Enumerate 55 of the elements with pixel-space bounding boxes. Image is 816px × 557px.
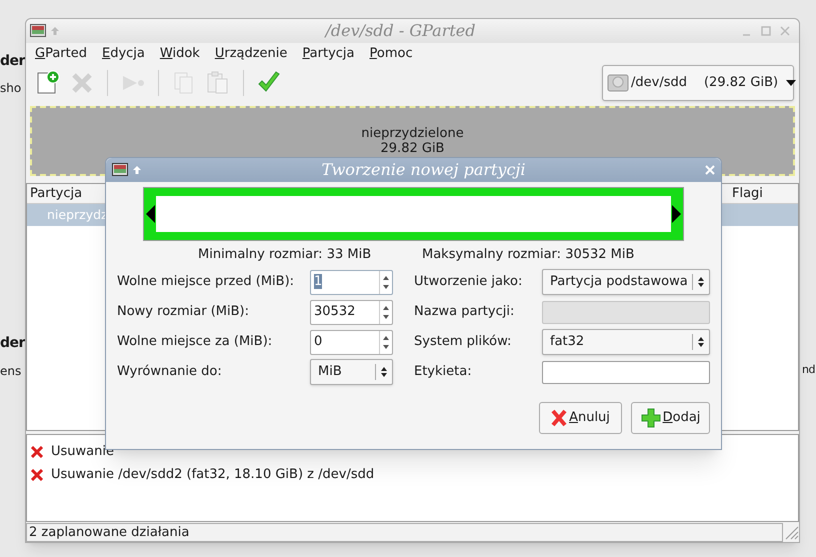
background-text: der xyxy=(0,52,25,71)
window-title: /dev/sdd - GParted xyxy=(323,20,476,42)
dropdown[interactable]: MiB xyxy=(310,359,393,385)
field-label: Nazwa partycji: xyxy=(414,303,516,322)
dropdown[interactable]: Partycja podstawowa xyxy=(542,269,710,295)
operation-text: Usuwanie xyxy=(51,442,114,461)
delete-icon xyxy=(31,468,43,480)
menu-item[interactable]: Edycja xyxy=(102,44,145,64)
field-label: Wolne miejsce za (MiB): xyxy=(117,333,274,352)
caret-icon xyxy=(786,80,796,86)
spin-field[interactable]: 30532 xyxy=(310,300,393,324)
delete-icon xyxy=(31,446,43,458)
status-bar: 2 zaplanowane działania xyxy=(26,522,783,542)
spin-arrows-icon[interactable] xyxy=(379,300,392,324)
field-label: Wolne miejsce przed (MiB): xyxy=(117,273,296,292)
background-text: sho xyxy=(0,80,22,97)
app-icon xyxy=(30,24,46,38)
hard-drive-icon xyxy=(607,72,629,94)
text-field[interactable] xyxy=(542,360,710,384)
minimum-size-text: Minimalny rozmiar: 33 MiB xyxy=(198,246,372,264)
app-icon xyxy=(112,163,128,177)
background-text: ens xyxy=(0,363,22,380)
menu-item[interactable]: GParted xyxy=(35,44,87,64)
column-header[interactable]: Partycja xyxy=(27,184,82,204)
operation-text: Usuwanie /dev/sdd2 (fat32, 18.10 GiB) z /dev/sdd xyxy=(51,466,374,484)
spin-field[interactable]: 1 xyxy=(310,270,393,294)
spin-arrows-icon[interactable] xyxy=(379,330,392,354)
background-text: der xyxy=(0,334,25,353)
menu-item[interactable]: Urządzenie xyxy=(214,44,288,64)
cancel-button[interactable]: Anuluj xyxy=(539,402,622,434)
up-arrow-icon[interactable] xyxy=(50,26,60,36)
device-dropdown[interactable]: /dev/sdd (29.82 GiB) xyxy=(602,64,794,100)
window-controls-icon[interactable] xyxy=(741,25,791,37)
spin-arrows-icon[interactable] xyxy=(379,270,392,294)
menu-item[interactable]: Widok xyxy=(160,44,200,64)
field-label: Wyrównanie do: xyxy=(117,363,223,382)
spin-field[interactable]: 0 xyxy=(310,330,393,354)
resize-grip-icon[interactable] xyxy=(783,524,799,540)
left-handle-icon[interactable] xyxy=(146,205,155,223)
field-label: Etykieta: xyxy=(414,363,473,382)
menu-item[interactable]: Partycja xyxy=(302,44,354,64)
field-label: Utworzenie jako: xyxy=(414,273,524,292)
x-icon xyxy=(551,409,568,427)
plus-icon xyxy=(640,408,661,428)
column-header[interactable]: Flagi xyxy=(728,184,798,204)
close-icon[interactable] xyxy=(705,165,715,175)
menu-item[interactable]: Pomoc xyxy=(370,44,413,64)
field-label: System plików: xyxy=(414,333,512,352)
up-arrow-icon[interactable] xyxy=(132,165,142,175)
dropdown[interactable]: fat32 xyxy=(542,329,710,355)
background-text: nd xyxy=(802,362,815,378)
maximum-size-text: Maksymalny rozmiar: 30532 MiB xyxy=(422,246,634,264)
add-button[interactable]: Dodaj xyxy=(631,402,710,434)
right-handle-icon[interactable] xyxy=(672,205,681,223)
field-label: Nowy rozmiar (MiB): xyxy=(117,303,250,322)
